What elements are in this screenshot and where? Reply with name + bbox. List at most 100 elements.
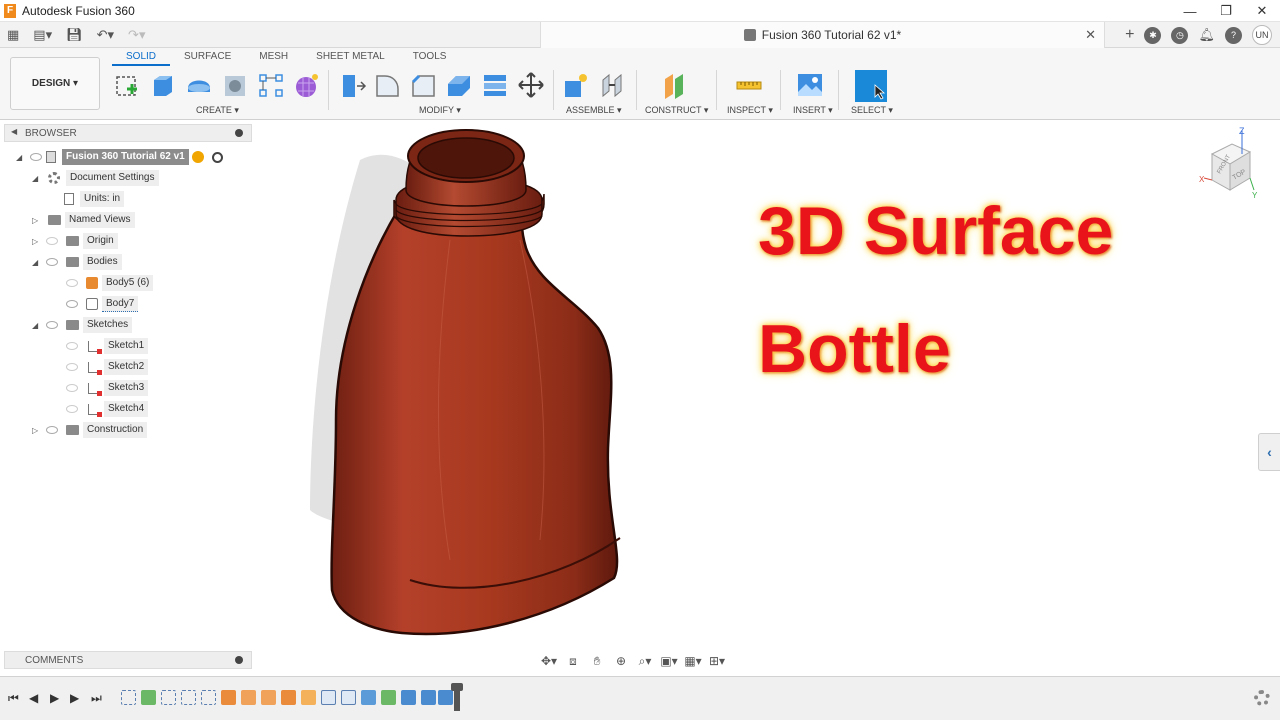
save-icon[interactable]: 💾︎ [59, 22, 90, 48]
close-tab-icon[interactable]: ✕ [1085, 27, 1096, 43]
move-copy-icon[interactable] [516, 70, 546, 100]
workspace-switcher-button[interactable]: DESIGN ▾ [10, 57, 100, 110]
tree-item-sketches[interactable]: ◢ Sketches [32, 317, 133, 333]
visibility-eye-icon[interactable] [66, 405, 78, 413]
timeline-trim-feature-icon[interactable] [301, 690, 316, 705]
revolve-icon[interactable] [184, 70, 214, 100]
tab-sheet-metal[interactable]: SHEET METAL [302, 50, 399, 66]
new-tab-plus-icon[interactable]: + [1125, 26, 1134, 44]
version-badge-icon[interactable] [191, 151, 204, 163]
timeline-previous-icon[interactable]: ◀ [29, 691, 38, 705]
timeline-sketch-feature-icon[interactable] [201, 690, 216, 705]
create-sketch-icon[interactable] [112, 70, 142, 100]
timeline-fillet-feature-icon[interactable] [321, 690, 336, 705]
construct-group-label[interactable]: CONSTRUCT ▾ [645, 105, 708, 116]
timeline-sketch-feature-icon[interactable] [121, 690, 136, 705]
comments-panel-header[interactable]: COMMENTS [4, 651, 252, 669]
extrude-icon[interactable] [148, 70, 178, 100]
timeline-sketch-feature-icon[interactable] [161, 690, 176, 705]
fillet-icon[interactable] [372, 70, 402, 100]
tab-tools[interactable]: TOOLS [399, 50, 461, 66]
app-grid-icon[interactable]: ▦ [0, 22, 26, 48]
redo-icon[interactable]: ↷▾ [121, 22, 152, 48]
combine-icon[interactable] [480, 70, 510, 100]
visibility-eye-icon[interactable] [66, 363, 78, 371]
viewports-icon[interactable]: ⊞▾ [706, 652, 728, 670]
timeline-thicken-feature-icon[interactable] [438, 690, 453, 705]
undo-icon[interactable]: ↶▾ [90, 22, 121, 48]
help-icon[interactable]: ? [1225, 26, 1242, 44]
timeline-last-icon[interactable]: ⏭ [91, 691, 102, 706]
visibility-eye-icon[interactable] [66, 279, 78, 287]
tab-mesh[interactable]: MESH [245, 50, 302, 66]
timeline-revolve-feature-icon[interactable] [421, 690, 436, 705]
timeline-plane-feature-icon[interactable] [381, 690, 396, 705]
tree-item-construction[interactable]: ▷ Construction [32, 422, 148, 438]
offset-plane-icon[interactable] [660, 70, 690, 100]
insert-group-label[interactable]: INSERT ▾ [793, 105, 833, 116]
timeline-settings-gear-icon[interactable] [1254, 690, 1270, 706]
panel-pin-icon[interactable] [235, 129, 243, 137]
expand-toggle-icon[interactable]: ◢ [32, 174, 42, 183]
shell-icon[interactable] [444, 70, 474, 100]
look-at-icon[interactable]: ⧈ [562, 652, 584, 670]
activate-radio-icon[interactable] [211, 151, 223, 163]
display-settings-icon[interactable]: ▣▾ [658, 652, 680, 670]
tree-item-body5[interactable]: Body5 (6) [62, 275, 154, 291]
hole-icon[interactable] [220, 70, 250, 100]
timeline-stitch-feature-icon[interactable] [281, 690, 296, 705]
fit-zoom-icon[interactable]: ⌕▾ [634, 652, 656, 670]
expand-toggle-icon[interactable]: ▷ [32, 237, 42, 246]
expand-toggle-icon[interactable]: ◢ [32, 321, 42, 330]
file-menu-icon[interactable]: ▤▾ [26, 22, 59, 48]
chamfer-icon[interactable] [408, 70, 438, 100]
visibility-eye-icon[interactable] [66, 342, 78, 350]
pan-hand-icon[interactable]: ✋︎ [586, 652, 608, 670]
timeline-fillet-feature-icon[interactable] [341, 690, 356, 705]
form-icon[interactable] [291, 70, 321, 100]
collapse-triangle-icon[interactable]: ◀ [11, 127, 17, 136]
tree-item-body7[interactable]: Body7 [62, 296, 139, 312]
press-pull-icon[interactable] [337, 70, 367, 100]
tree-item-sketch2[interactable]: Sketch2 [62, 359, 149, 375]
grid-settings-icon[interactable]: ▦▾ [682, 652, 704, 670]
new-component-icon[interactable] [561, 70, 591, 100]
measure-icon[interactable] [734, 70, 764, 100]
tree-item-bodies[interactable]: ◢ Bodies [32, 254, 122, 270]
tree-item-sketch4[interactable]: Sketch4 [62, 401, 149, 417]
visibility-eye-icon[interactable] [30, 153, 42, 161]
orbit-icon[interactable]: ✥▾ [538, 652, 560, 670]
insert-image-icon[interactable] [795, 70, 825, 100]
visibility-eye-icon[interactable] [46, 426, 58, 434]
tab-surface[interactable]: SURFACE [170, 50, 245, 66]
visibility-eye-icon[interactable] [46, 237, 58, 245]
create-group-label[interactable]: CREATE ▾ [196, 105, 239, 116]
expand-toggle-icon[interactable]: ▷ [32, 426, 42, 435]
timeline-play-icon[interactable]: ▶ [50, 691, 59, 705]
tab-solid[interactable]: SOLID [112, 50, 171, 66]
timeline-next-icon[interactable]: ▶ [70, 691, 79, 705]
select-group-label[interactable]: SELECT ▾ [851, 105, 893, 116]
tree-item-document-settings[interactable]: ◢ Document Settings [32, 170, 159, 186]
timeline-sketch-feature-icon[interactable] [181, 690, 196, 705]
timeline-plane-feature-icon[interactable] [141, 690, 156, 705]
expand-toggle-icon[interactable]: ◢ [32, 258, 42, 267]
user-avatar[interactable]: UN [1252, 25, 1272, 45]
tree-item-origin[interactable]: ▷ Origin [32, 233, 118, 249]
timeline-patch-feature-icon[interactable] [261, 690, 276, 705]
visibility-eye-icon[interactable] [66, 300, 78, 308]
tree-item-sketch3[interactable]: Sketch3 [62, 380, 149, 396]
inspect-group-label[interactable]: INSPECT ▾ [727, 105, 773, 116]
expand-toggle-icon[interactable]: ◢ [16, 153, 26, 162]
rectangular-pattern-icon[interactable] [256, 70, 286, 100]
job-status-icon[interactable]: ◷ [1171, 26, 1189, 44]
minimize-icon[interactable]: — [1172, 0, 1208, 22]
browser-root-row[interactable]: ◢ Fusion 360 Tutorial 62 v1 [16, 149, 223, 165]
bottle-3d-model[interactable] [300, 120, 680, 650]
browser-panel-header[interactable]: ◀ BROWSER [4, 124, 252, 142]
notifications-bell-icon[interactable]: 🔔︎ [1198, 27, 1215, 43]
close-window-icon[interactable]: ✕ [1244, 0, 1280, 22]
visibility-eye-icon[interactable] [66, 384, 78, 392]
zoom-icon[interactable]: ⊕ [610, 652, 632, 670]
restore-icon[interactable]: ❐ [1208, 0, 1244, 22]
